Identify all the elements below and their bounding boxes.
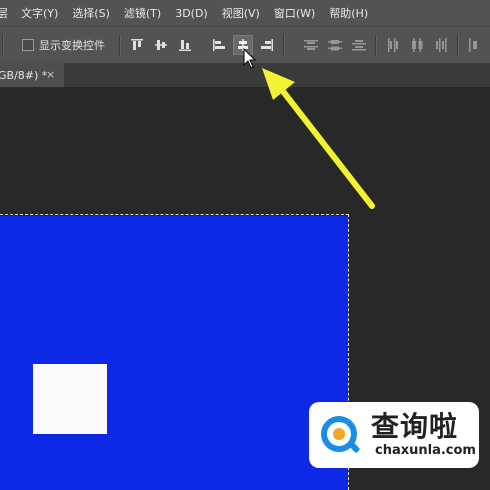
menu-layer[interactable]: 层	[0, 5, 8, 21]
distribute-spacing-icon[interactable]	[467, 37, 483, 53]
options-divider	[375, 35, 377, 55]
align-vertical-centers-icon[interactable]	[153, 37, 169, 53]
watermark: 查询啦 chaxunla.com	[309, 402, 479, 468]
align-bottom-edges-icon[interactable]	[177, 37, 193, 53]
menu-help[interactable]: 帮助(H)	[329, 5, 368, 21]
selection-marquee-top	[0, 214, 349, 215]
menu-view[interactable]: 视图(V)	[222, 5, 260, 21]
watermark-title: 查询啦	[371, 410, 459, 443]
distribute-right-icon[interactable]	[433, 37, 449, 53]
menu-window[interactable]: 窗口(W)	[274, 5, 315, 21]
menu-filter[interactable]: 滤镜(T)	[124, 5, 161, 21]
align-right-edges-icon[interactable]	[259, 37, 275, 53]
align-top-edges-icon[interactable]	[129, 37, 145, 53]
distribute-left-icon[interactable]	[385, 37, 401, 53]
blue-layer[interactable]	[0, 216, 348, 490]
document-tab[interactable]: GB/8#) * ×	[0, 63, 64, 87]
document-tab-label: GB/8#) *	[0, 68, 48, 82]
options-divider	[283, 35, 285, 55]
distribute-vertical-centers-icon[interactable]	[327, 37, 343, 53]
mouse-cursor-icon	[243, 48, 257, 69]
show-transform-checkbox[interactable]	[22, 39, 34, 51]
menu-select[interactable]: 选择(S)	[72, 5, 110, 21]
close-icon[interactable]: ×	[46, 68, 55, 81]
options-divider	[2, 35, 4, 55]
options-divider	[457, 35, 459, 55]
align-left-edges-icon[interactable]	[211, 37, 227, 53]
distribute-top-icon[interactable]	[303, 37, 319, 53]
distribute-horizontal-centers-icon[interactable]	[409, 37, 425, 53]
menu-bar: 层 文字(Y) 选择(S) 滤镜(T) 3D(D) 视图(V) 窗口(W) 帮助…	[0, 0, 490, 26]
distribute-bottom-icon[interactable]	[351, 37, 367, 53]
watermark-url: chaxunla.com	[375, 443, 476, 458]
magnifier-logo-icon	[321, 416, 360, 453]
white-square-layer[interactable]	[33, 364, 107, 434]
menu-3d[interactable]: 3D(D)	[175, 7, 208, 20]
menu-type[interactable]: 文字(Y)	[21, 5, 58, 21]
options-divider	[119, 35, 121, 55]
show-transform-label: 显示变换控件	[39, 39, 105, 52]
